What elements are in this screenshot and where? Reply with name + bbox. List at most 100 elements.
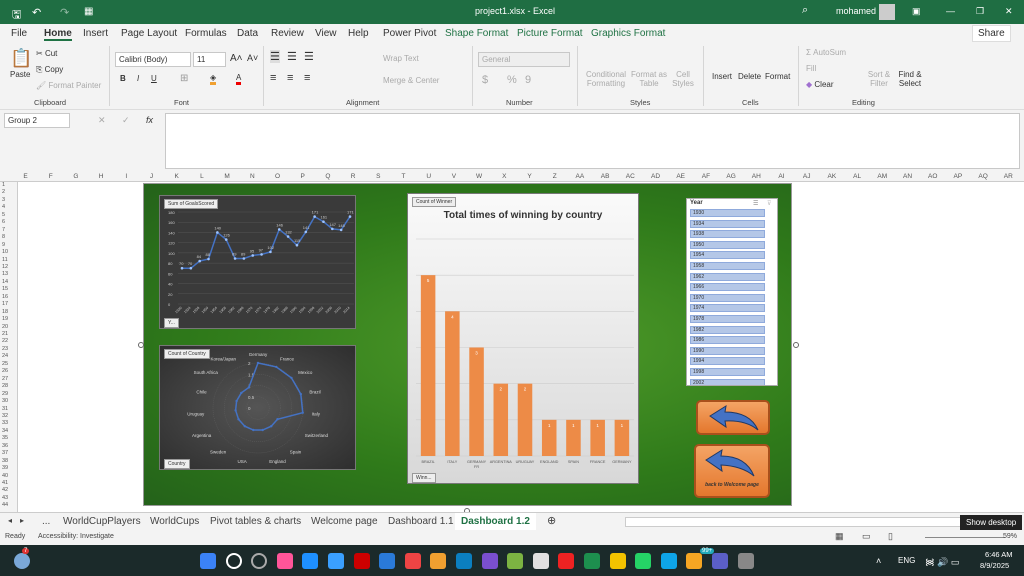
sheet-tab-worldcupplayers[interactable]: WorldCupPlayers	[63, 516, 141, 527]
task-view-icon[interactable]	[251, 553, 268, 569]
decrease-font-icon[interactable]: A˅	[247, 53, 258, 63]
comma-button[interactable]: 9	[525, 74, 531, 86]
column-header[interactable]: AQ	[971, 173, 996, 180]
data-point[interactable]	[198, 259, 201, 263]
row-header[interactable]: 20	[2, 324, 8, 330]
sheet-tab-worldcups[interactable]: WorldCups	[150, 516, 199, 527]
row-header[interactable]: 1	[2, 182, 5, 188]
show-hidden-icon[interactable]: ˄	[876, 556, 881, 566]
align-top-icon[interactable]: ☰	[270, 50, 280, 63]
align-left-icon[interactable]: ≡	[270, 72, 276, 84]
column-header[interactable]: Y	[517, 173, 542, 180]
app-icon[interactable]	[507, 553, 524, 569]
align-right-icon[interactable]: ≡	[304, 72, 310, 84]
insert-cells-button[interactable]: Insert	[712, 72, 732, 81]
data-point[interactable]	[277, 228, 281, 231]
column-header[interactable]: AJ	[794, 173, 819, 180]
column-header[interactable]: AC	[618, 173, 643, 180]
row-header[interactable]: 36	[2, 443, 8, 449]
year-slicer[interactable]: Year ☰ ⊽ 1930 1934 1938 1950 1954 1958 1962 196…	[686, 198, 778, 386]
sheet-tab-pivot[interactable]: Pivot tables & charts	[210, 516, 301, 527]
close-icon[interactable]: ✕	[1005, 6, 1013, 17]
tab-home[interactable]: Home	[44, 28, 72, 41]
bar[interactable]	[517, 383, 533, 456]
fill-button[interactable]: Fill	[806, 64, 816, 73]
row-header[interactable]: 7	[2, 227, 5, 233]
data-point[interactable]	[216, 231, 219, 234]
sheet-tab-welcome[interactable]: Welcome page	[311, 516, 378, 527]
undo-icon[interactable]: ↶	[32, 6, 41, 19]
row-header[interactable]: 40	[2, 473, 8, 479]
data-point[interactable]	[235, 399, 238, 403]
clock-time[interactable]: 6:46 AM	[985, 550, 1013, 559]
app-icon[interactable]	[328, 553, 344, 569]
row-header[interactable]: 15	[2, 286, 8, 292]
column-header[interactable]: AR	[996, 173, 1021, 180]
row-header[interactable]: 14	[2, 279, 8, 285]
slicer-item[interactable]: 1950	[690, 240, 765, 249]
data-point[interactable]	[269, 250, 272, 254]
tab-review[interactable]: Review	[271, 28, 304, 39]
row-header[interactable]: 11	[2, 257, 8, 263]
column-header[interactable]: O	[265, 173, 290, 180]
data-point[interactable]	[339, 228, 343, 232]
font-color-icon[interactable]: A	[236, 73, 242, 85]
number-format-select[interactable]: General	[478, 52, 570, 67]
data-point[interactable]	[331, 227, 334, 231]
tab-file[interactable]: File	[11, 28, 27, 39]
share-button[interactable]: Share	[972, 25, 1011, 42]
row-header[interactable]: 17	[2, 301, 8, 307]
bar[interactable]	[445, 311, 460, 456]
data-point[interactable]	[261, 428, 264, 432]
language-indicator[interactable]: ENG	[898, 556, 915, 565]
column-header[interactable]: AK	[819, 173, 844, 180]
column-header[interactable]: AL	[845, 173, 870, 180]
slicer-item[interactable]: 1974	[690, 304, 765, 313]
bar[interactable]	[420, 275, 436, 456]
country-filter-button[interactable]: Country	[164, 459, 190, 469]
back-to-welcome-button[interactable]: back to Welcome page	[694, 444, 770, 498]
search-icon[interactable]: ⌕	[802, 4, 808, 17]
slicer-item[interactable]: 1986	[690, 336, 765, 345]
column-header[interactable]: M	[215, 173, 240, 180]
year-filter-button[interactable]: Y...	[164, 318, 179, 328]
data-point[interactable]	[304, 230, 308, 234]
column-header[interactable]: R	[341, 173, 366, 180]
column-header[interactable]: Q	[315, 173, 340, 180]
row-header[interactable]: 37	[2, 450, 8, 456]
column-header[interactable]: X	[492, 173, 517, 180]
data-point[interactable]	[256, 361, 260, 365]
search-icon[interactable]	[225, 553, 242, 569]
row-header[interactable]: 18	[2, 309, 8, 315]
column-header[interactable]: AM	[870, 173, 895, 180]
column-header[interactable]: AI	[769, 173, 794, 180]
country-radar-chart[interactable]: Count of Country 0 0.5 1 1.5 2 Germany France M…	[159, 345, 356, 470]
column-header[interactable]: AG	[719, 173, 744, 180]
row-header[interactable]: 10	[2, 249, 8, 255]
weather-icon[interactable]	[14, 553, 30, 569]
wrap-text-button[interactable]: Wrap Text	[383, 54, 419, 63]
row-header[interactable]: 42	[2, 487, 8, 493]
row-header[interactable]: 2	[2, 189, 5, 195]
row-header[interactable]: 30	[2, 398, 8, 404]
paste-icon[interactable]: 📋	[10, 48, 32, 69]
column-header[interactable]: AA	[567, 173, 592, 180]
app-icon[interactable]	[302, 553, 319, 569]
tab-view[interactable]: View	[315, 28, 337, 39]
tab-insert[interactable]: Insert	[83, 28, 108, 39]
row-header[interactable]: 9	[2, 242, 5, 248]
zoom-slider[interactable]	[925, 537, 1005, 538]
data-point[interactable]	[290, 376, 293, 380]
clear-button[interactable]: ◆ Clear	[806, 80, 834, 89]
find-select-button[interactable]: Find & Select	[896, 70, 924, 88]
column-header[interactable]: K	[164, 173, 189, 180]
row-header[interactable]: 12	[2, 264, 8, 270]
column-header[interactable]: U	[416, 173, 441, 180]
row-header[interactable]: 38	[2, 458, 8, 464]
whatsapp-icon[interactable]	[635, 553, 652, 569]
selection-handle[interactable]	[138, 342, 144, 348]
column-header[interactable]: AO	[920, 173, 945, 180]
align-middle-icon[interactable]: ☰	[287, 50, 297, 63]
column-header[interactable]: L	[189, 173, 214, 180]
slicer-item[interactable]: 2002	[690, 378, 765, 385]
